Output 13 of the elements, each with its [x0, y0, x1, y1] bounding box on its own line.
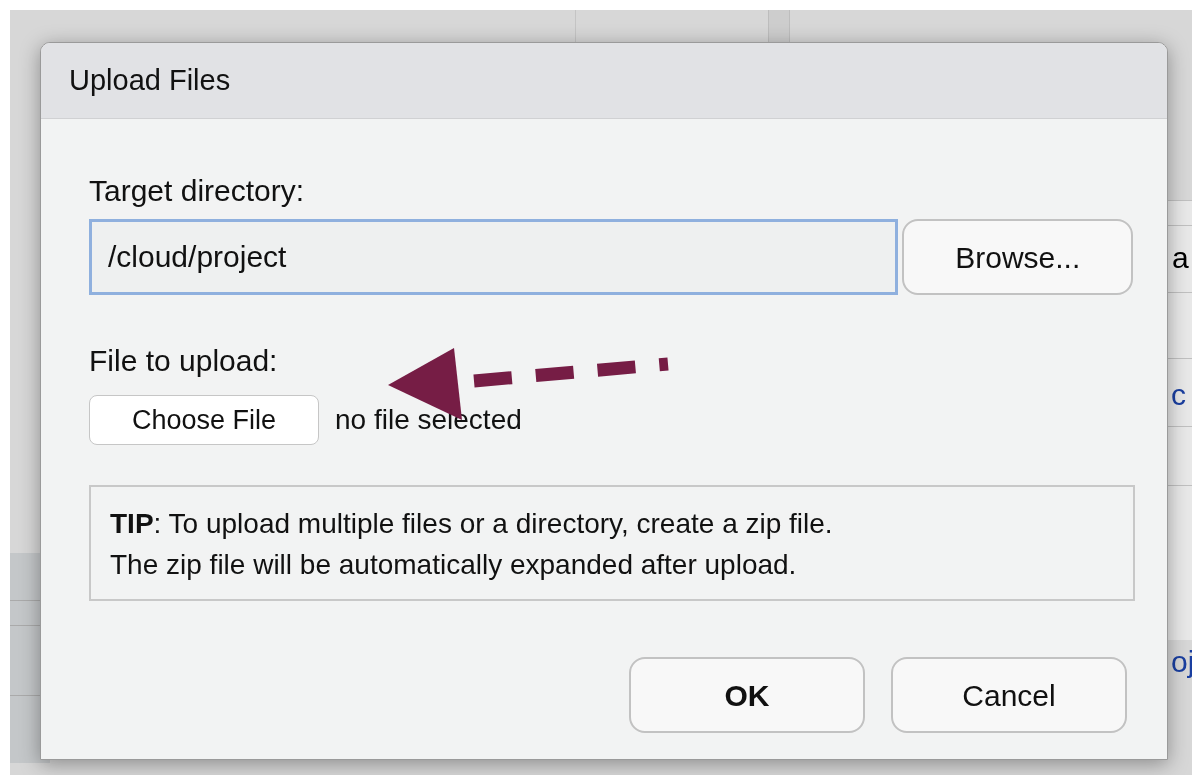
file-status-text: no file selected [335, 403, 522, 437]
tip-text: TIP: To upload multiple files or a directory, create a zip file. The zip file will be automatically expanded after upload. [110, 507, 834, 582]
dialog-button[interactable]: OK [629, 657, 865, 733]
browse-button[interactable]: Browse... [902, 219, 1133, 295]
choose-file-button[interactable]: Choose File [89, 395, 319, 445]
field-label: Target directory: [89, 173, 305, 209]
cell-text: a [1172, 240, 1189, 276]
dialog-button[interactable]: Cancel [891, 657, 1127, 733]
dialog-title: Upload Files [69, 62, 231, 98]
link-text[interactable]: c [1171, 375, 1186, 415]
field-label: File to upload: [89, 343, 278, 379]
directory-input[interactable]: /cloud/project [89, 219, 899, 295]
link-text[interactable]: oj [1171, 642, 1192, 682]
